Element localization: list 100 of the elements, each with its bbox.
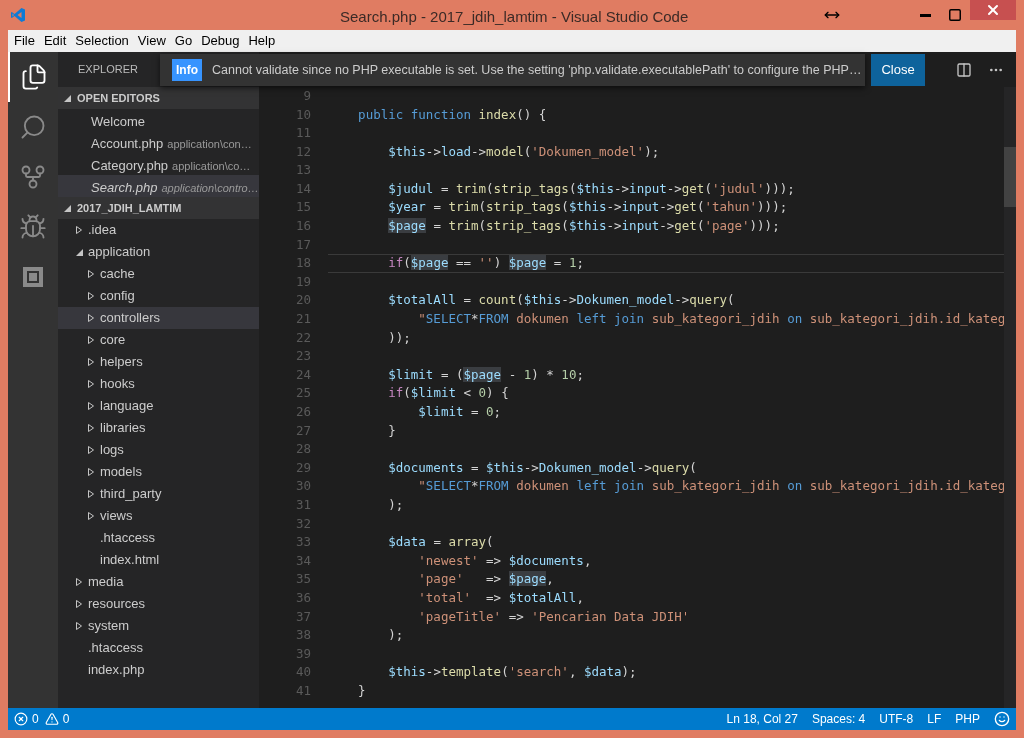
status-item[interactable]: UTF-8 <box>879 710 914 728</box>
menu-item[interactable]: Selection <box>75 31 129 51</box>
code-line: $totalAll = count($this->Dokumen_model->query( <box>387 291 735 310</box>
tree-item[interactable]: resources <box>58 593 259 615</box>
expanded-arrow-icon <box>64 204 71 212</box>
close-window-button[interactable] <box>970 0 1016 20</box>
line-number: 25 <box>294 384 311 403</box>
code-line: } <box>387 421 396 440</box>
open-editor-item[interactable]: Account.php application\con… <box>58 131 259 153</box>
tree-item[interactable]: cache <box>58 263 259 285</box>
status-item[interactable]: Ln 18, Col 27 <box>726 710 798 728</box>
collapsed-arrow-icon <box>88 380 94 388</box>
tree-item[interactable]: views <box>58 505 259 527</box>
status-item[interactable]: PHP <box>955 710 980 728</box>
collapsed-arrow-icon <box>88 446 94 454</box>
collapsed-arrow-icon <box>88 314 94 322</box>
line-number: 28 <box>294 440 311 459</box>
collapsed-arrow-icon <box>88 468 94 476</box>
error-count[interactable]: 0 <box>32 710 39 728</box>
tree-item[interactable]: .htaccess <box>58 527 259 549</box>
tree-item[interactable]: logs <box>58 439 259 461</box>
code-line: $documents = $this->Dokumen_model->query( <box>387 458 697 477</box>
line-number: 40 <box>294 663 311 682</box>
line-number: 14 <box>294 179 311 198</box>
tree-item[interactable]: language <box>58 395 259 417</box>
scrollbar[interactable] <box>1004 87 1016 708</box>
expanded-arrow-icon <box>64 94 71 102</box>
code-line: $limit = ($page - 1) * 10; <box>387 365 584 384</box>
tree-item[interactable]: helpers <box>58 351 259 373</box>
status-item[interactable]: Spaces: 4 <box>811 710 866 728</box>
tree-item[interactable]: index.html <box>58 549 259 571</box>
code-line: 'pageTitle' => 'Pencarian Data JDIH' <box>417 607 690 626</box>
tree-item[interactable]: hooks <box>58 373 259 395</box>
error-icon <box>14 712 28 726</box>
split-editor-icon[interactable] <box>956 61 972 78</box>
line-number: 34 <box>294 551 311 570</box>
tree-item[interactable]: media <box>58 571 259 593</box>
code-line: if($limit < 0) { <box>387 384 509 403</box>
tree-item[interactable]: models <box>58 461 259 483</box>
line-number: 13 <box>294 161 311 180</box>
line-number: 23 <box>294 347 311 366</box>
warning-icon <box>44 712 59 726</box>
code-line: ); <box>387 496 404 514</box>
menu-item[interactable]: Go <box>174 31 193 51</box>
collapsed-arrow-icon <box>88 292 94 300</box>
menu-item[interactable]: Help <box>248 31 276 51</box>
tree-item[interactable]: .idea <box>58 219 259 241</box>
line-number: 21 <box>294 310 311 329</box>
files-icon <box>20 63 48 91</box>
collapsed-arrow-icon <box>76 578 82 586</box>
code-line: if($page == '') $page = 1; <box>387 254 584 273</box>
tree-item[interactable]: system <box>58 615 259 637</box>
menu-item[interactable]: View <box>137 31 166 51</box>
close-button[interactable]: Close <box>871 54 925 86</box>
tree-item[interactable]: third_party <box>58 483 259 505</box>
line-number: 36 <box>294 588 311 607</box>
open-editor-item[interactable]: Search.php application\contro… <box>58 175 259 197</box>
menu-item[interactable]: Edit <box>43 31 67 51</box>
close-icon <box>985 2 1001 18</box>
open-editor-item[interactable]: Category.php application\co… <box>58 153 259 175</box>
source-control-icon <box>19 163 47 191</box>
collapsed-arrow-icon <box>76 600 82 608</box>
line-number: 24 <box>294 365 311 384</box>
line-number: 26 <box>294 403 311 421</box>
code-line: $year = trim(strip_tags($this->input->get('tahun'))); <box>387 198 788 217</box>
section-header[interactable]: OPEN EDITORS <box>58 87 259 109</box>
code-line: $page = trim(strip_tags($this->input->get('page'))); <box>387 217 780 236</box>
section-header[interactable]: 2017_JDIH_LAMTIM <box>58 197 259 219</box>
smiley-icon[interactable] <box>994 711 1010 727</box>
code-line: public function index() { <box>357 105 547 124</box>
line-number: 37 <box>294 607 311 626</box>
code-line: 'page' => $page, <box>417 570 554 589</box>
menu-item[interactable]: File <box>14 31 35 51</box>
tree-item[interactable]: application <box>58 241 259 263</box>
status-item[interactable]: LF <box>927 710 942 728</box>
tree-item[interactable]: .htaccess <box>58 637 259 659</box>
tree-item[interactable]: index.php <box>58 659 259 681</box>
collapsed-arrow-icon <box>88 512 94 520</box>
collapsed-arrow-icon <box>88 270 94 278</box>
open-editor-item[interactable]: Welcome <box>58 109 259 131</box>
menu-item[interactable]: Debug <box>201 31 240 51</box>
line-number: 39 <box>294 644 311 663</box>
line-number: 9 <box>302 87 311 105</box>
line-number: 20 <box>294 291 311 310</box>
collapsed-arrow-icon <box>88 490 94 498</box>
warning-count[interactable]: 0 <box>62 710 70 728</box>
line-number: 32 <box>294 514 311 533</box>
line-number: 17 <box>294 235 311 254</box>
tree-item[interactable]: libraries <box>58 417 259 439</box>
collapsed-arrow-icon <box>88 336 94 344</box>
line-number: 11 <box>294 124 311 143</box>
sidebar-title: EXPLORER <box>78 62 138 78</box>
line-number: 38 <box>294 626 311 645</box>
line-number: 41 <box>294 681 311 700</box>
line-number: 27 <box>294 421 311 440</box>
tree-item[interactable]: config <box>58 285 259 307</box>
code-line: } <box>357 681 366 700</box>
tree-item[interactable]: core <box>58 329 259 351</box>
code-line: )); <box>387 328 411 347</box>
tree-item[interactable]: controllers <box>58 307 259 329</box>
